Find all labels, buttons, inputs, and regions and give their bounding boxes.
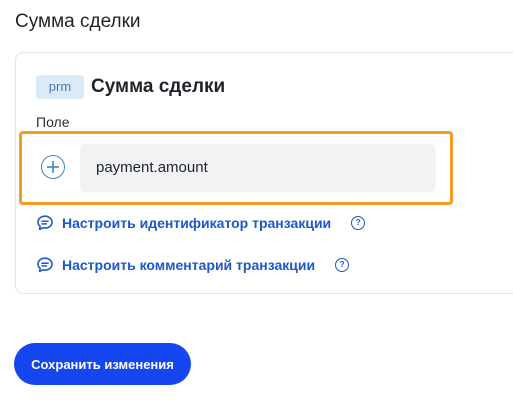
question-icon[interactable]: ? [351,216,366,230]
configure-transaction-comment-link[interactable]: Настроить комментарий транзакции ? [36,256,350,274]
question-icon[interactable]: ? [335,258,350,272]
card-title: Сумма сделки [91,76,226,97]
link-label: Настроить идентификатор транзакции [62,215,332,231]
save-changes-button[interactable]: Сохранить изменения [14,343,191,385]
section-title: Сумма сделки [15,11,141,32]
add-field-button[interactable] [41,155,65,179]
prm-badge: prm [36,75,84,99]
field-value-input[interactable]: payment.amount [80,144,436,192]
plus-icon [47,161,59,173]
field-label: Поле [36,114,70,130]
chat-icon [36,214,54,232]
link-label: Настроить комментарий транзакции [62,257,316,273]
chat-icon [36,256,54,274]
configure-transaction-id-link[interactable]: Настроить идентификатор транзакции ? [36,214,366,232]
